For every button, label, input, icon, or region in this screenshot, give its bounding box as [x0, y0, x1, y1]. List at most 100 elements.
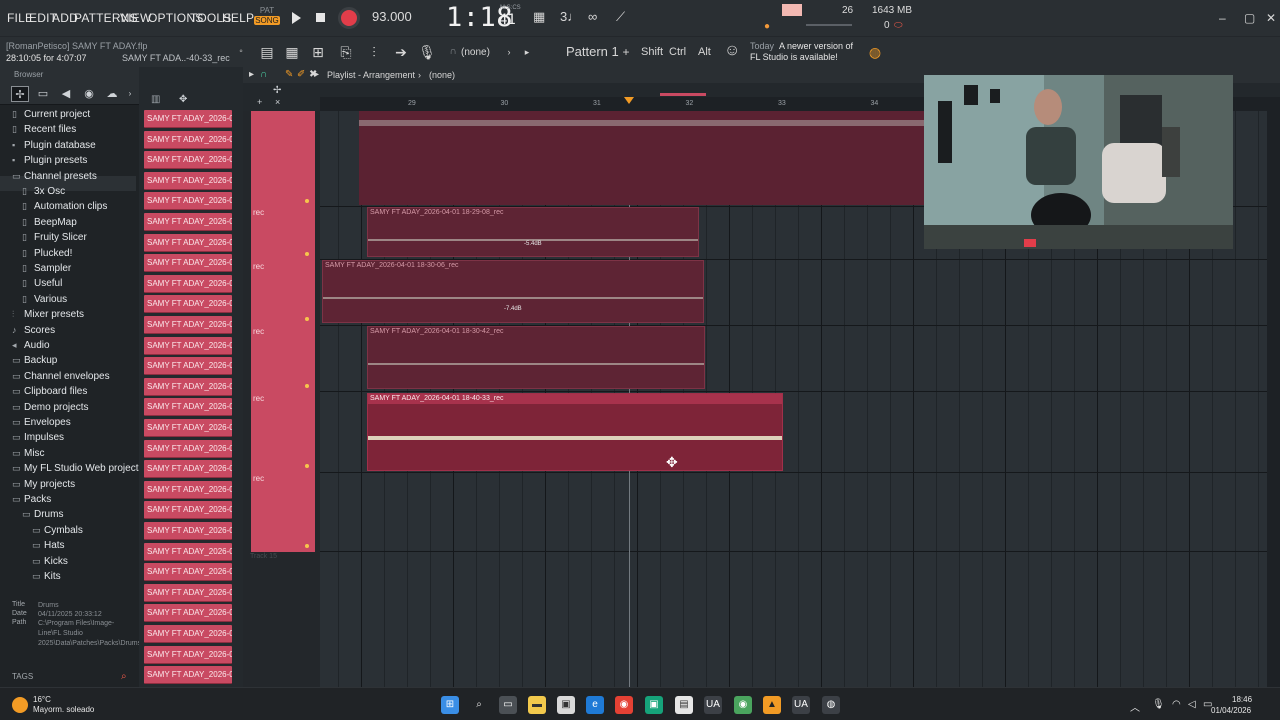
track-mute-dot[interactable]	[305, 544, 309, 548]
browser-item[interactable]: ▭ My FL Studio Web projects	[12, 463, 144, 477]
add-track-icon[interactable]: +	[257, 97, 262, 107]
channel-button[interactable]: SAMY FT ADAY_2026-04-...	[144, 522, 232, 540]
channel-button[interactable]: SAMY FT ADAY_2026-04-...	[144, 563, 232, 582]
browser-item[interactable]: ▭ Clipboard files	[12, 386, 87, 400]
mixer-icon[interactable]: ⫶	[365, 43, 383, 61]
browser-all-tab[interactable]: ✢	[11, 86, 29, 102]
track-mute-dot[interactable]	[305, 384, 309, 388]
microphone-icon[interactable]: 🎙	[418, 43, 436, 61]
channel-button[interactable]: SAMY FT ADAY_2026-04-...	[144, 501, 232, 520]
channel-button[interactable]: SAMY FT ADAY_2026-04-...	[144, 419, 232, 437]
channel-button[interactable]: SAMY FT ADAY_2026-04-...	[144, 254, 232, 273]
edge-icon[interactable]: e	[586, 696, 604, 714]
browser-files-tab[interactable]: ▭	[34, 86, 52, 102]
news-message-line2[interactable]: FL Studio is available!	[750, 52, 838, 62]
metronome-icon[interactable]: ⟋	[616, 9, 625, 25]
channel-button[interactable]: SAMY FT ADAY_2026-04-...	[144, 666, 232, 685]
browser-item[interactable]: ▭ My projects	[12, 479, 75, 493]
channel-button[interactable]: SAMY FT ADAY_2026-04-...	[144, 439, 232, 458]
browser-cloud-tab[interactable]: ☁	[103, 86, 121, 102]
add-pattern-icon[interactable]: +	[617, 43, 635, 61]
channel-button[interactable]: SAMY FT ADAY_2026-04-...	[144, 192, 232, 211]
channel-button[interactable]: SAMY FT ADAY_2026-04-...	[144, 377, 232, 396]
search-icon[interactable]: ⌕	[470, 696, 488, 714]
browser-item[interactable]: ▯ Plucked!	[22, 248, 72, 262]
arrow-icon[interactable]: ▸	[249, 69, 254, 80]
magnet-icon[interactable]: ∩	[260, 69, 267, 80]
browser-item[interactable]: ▭ Kicks	[32, 556, 68, 570]
browser-item[interactable]: ▪ Plugin presets	[12, 155, 87, 169]
channel-button[interactable]: SAMY FT ADAY_2026-04-...	[144, 604, 232, 623]
channel-button[interactable]: SAMY FT ADAY_2026-04-...	[144, 460, 232, 479]
chevron-up-icon[interactable]: ︿	[1130, 699, 1140, 714]
draw-tool-icon[interactable]: ✎	[285, 69, 293, 80]
playlist-icon[interactable]: ▤	[258, 43, 276, 61]
audio-clip-top[interactable]	[359, 111, 924, 205]
channel-button[interactable]: SAMY FT ADAY_2026-04-...	[144, 274, 232, 293]
channel-button[interactable]: SAMY FT ADAY_2026-04-...	[144, 357, 232, 376]
news-icon[interactable]: ☺	[724, 42, 740, 60]
track-mute-dot[interactable]	[305, 199, 309, 203]
channel-button[interactable]: SAMY FT ADAY_2026-04-...	[144, 213, 232, 231]
browser-item[interactable]: ▭ Kits	[32, 571, 61, 585]
play-playlist-icon[interactable]: ▸	[314, 69, 319, 80]
track-mute-dot[interactable]	[305, 464, 309, 468]
arrow-right-icon[interactable]: ➔	[392, 43, 410, 61]
browser-item[interactable]: ▭ Drums	[22, 509, 63, 523]
fl-studio-icon[interactable]: ▲	[763, 696, 781, 714]
image-line-logo-icon[interactable]: ◍	[866, 43, 884, 61]
news-message[interactable]: A newer version of	[779, 41, 853, 51]
channel-button[interactable]: SAMY FT ADAY_2026-04-...	[144, 110, 232, 128]
track-mute-dot[interactable]	[305, 252, 309, 256]
play-button[interactable]	[286, 8, 306, 28]
clock-time[interactable]: 18:46	[1232, 695, 1252, 704]
audio-clip-selected[interactable]: SAMY FT ADAY_2026-04-01 18-40-33_rec	[367, 393, 783, 471]
loop-record-icon[interactable]: ∞	[588, 9, 597, 24]
channel-button[interactable]: SAMY FT ADAY_2026-04-...	[144, 130, 232, 149]
channel-button[interactable]: SAMY FT ADAY_2026-04-...	[144, 151, 232, 170]
close-icon[interactable]: ✕	[1266, 11, 1276, 25]
menu-view[interactable]: VIEW	[120, 11, 151, 25]
channel-button[interactable]: SAMY FT ADAY_2026-04-...	[144, 171, 232, 190]
piano-roll-icon[interactable]: ▦	[283, 43, 301, 61]
typing-keyboard-icon[interactable]: ▦	[533, 9, 545, 25]
record-button[interactable]	[338, 7, 360, 29]
audio-clip[interactable]: SAMY FT ADAY_2026-04-01 18-30-42_rec	[367, 326, 705, 389]
store-icon[interactable]: ▣	[557, 696, 575, 714]
channel-group-icon[interactable]: ▥	[151, 94, 160, 105]
browser-item[interactable]: ▭ Packs	[12, 494, 51, 508]
loop-region[interactable]	[660, 93, 706, 96]
browser-item[interactable]: ▭ Hats	[32, 540, 65, 554]
arrows-icon[interactable]: ✢	[273, 85, 281, 96]
channel-button[interactable]: SAMY FT ADAY_2026-04-...	[144, 295, 232, 314]
browser-item[interactable]: ▭ Demo projects	[12, 402, 88, 416]
playhead-marker[interactable]	[624, 97, 634, 104]
browser-item[interactable]: ▭ Cymbals	[32, 525, 83, 539]
app-icon[interactable]: ◍	[822, 696, 840, 714]
ua-icon[interactable]: UA	[704, 696, 722, 714]
playlist-breadcrumb[interactable]: (none)	[429, 70, 455, 80]
ua-connect-icon[interactable]: UA	[792, 696, 810, 714]
browser-item[interactable]: ▯ Current project	[12, 109, 90, 123]
weather-temperature[interactable]: 16°C	[33, 695, 51, 704]
paint-tool-icon[interactable]: ✐	[297, 69, 305, 80]
shift-key[interactable]: Shift	[641, 46, 663, 58]
audio-clip[interactable]: SAMY FT ADAY_2026-04-01 18-29-08_rec -5.…	[367, 207, 699, 257]
browser-item[interactable]: ▪ Plugin database	[12, 140, 96, 154]
countdown-icon[interactable]: 3♩	[560, 9, 580, 24]
channel-button[interactable]: SAMY FT ADAY_2026-04-...	[144, 542, 232, 561]
browser-item[interactable]: ⫶ Mixer presets	[12, 309, 84, 323]
chevron-right-icon[interactable]: ›	[500, 43, 518, 61]
browser-more-tab[interactable]: ›	[121, 86, 139, 102]
browser-item[interactable]: ▯ 3x Osc	[22, 186, 65, 200]
notepad-icon[interactable]: ▤	[675, 696, 693, 714]
browser-item[interactable]: ▯ Recent files	[12, 124, 76, 138]
microphone-tray-icon[interactable]: 🎙	[1152, 699, 1165, 710]
channel-button[interactable]: SAMY FT ADAY_2026-04-...	[144, 625, 232, 643]
step-sequencer-icon[interactable]: ⊞	[309, 43, 327, 61]
options-icon[interactable]: ◦	[232, 43, 250, 61]
chrome-alt-icon[interactable]: ◉	[734, 696, 752, 714]
track-mute-dot[interactable]	[305, 317, 309, 321]
menu-help[interactable]: HELP	[222, 11, 254, 25]
vertical-scrollbar[interactable]	[1267, 111, 1280, 687]
